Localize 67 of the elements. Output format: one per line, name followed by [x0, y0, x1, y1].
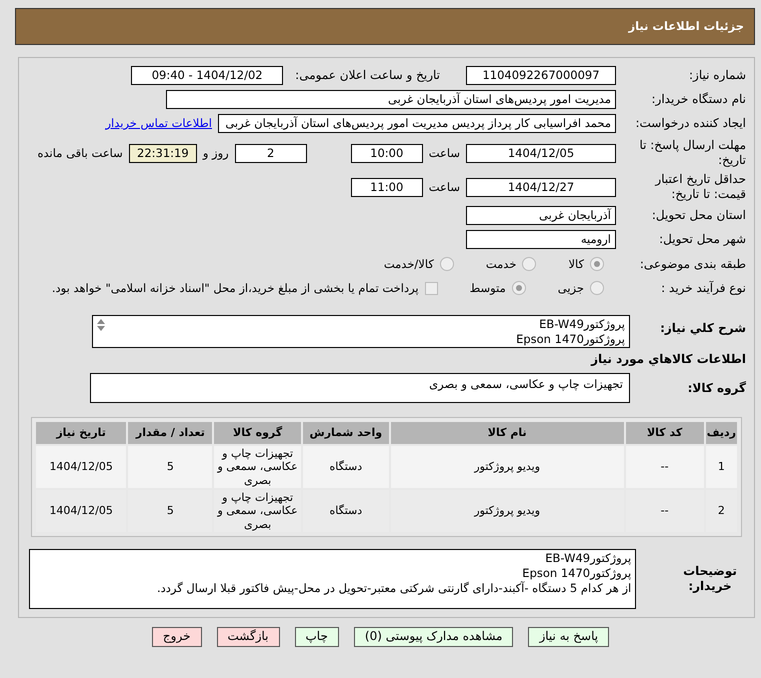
table-cell: تجهیزات چاپ و عکاسی، سمعی و بصری: [214, 446, 301, 488]
field-label: ایجاد کننده درخواست:: [634, 116, 746, 130]
table-cell: 1404/12/05: [36, 446, 126, 488]
action-button[interactable]: چاپ: [294, 627, 339, 647]
field-label: شرح کلي نياز:: [659, 320, 746, 336]
input-field[interactable]: محمد افراسیابی کار پرداز پردیس مدیریت امور پردیس‌های استان آذربایجان غربی: [218, 114, 616, 132]
table-cell: ویدیو پروژکتور: [390, 446, 624, 488]
checkbox[interactable]: [424, 282, 438, 294]
field-label: شماره نیاز:: [688, 68, 746, 82]
contact-link[interactable]: اطلاعات تماس خریدار: [105, 116, 212, 130]
action-button[interactable]: پاسخ به نیاز: [528, 627, 610, 647]
field-label: ساعت: [428, 146, 460, 160]
action-button[interactable]: بازگشت: [216, 627, 280, 647]
input-field[interactable]: مدیریت امور پردیس‌های استان آذربایجان غربی: [166, 90, 616, 108]
field-label: طبقه بندی موضوعی:: [638, 256, 746, 272]
field-label: حداقل تاریخ اعتبار قیمت: تا تاریخ:: [654, 172, 746, 202]
scroll-arrows-icon[interactable]: [96, 318, 106, 332]
column-header: کد کالا: [626, 422, 704, 444]
notes-field[interactable]: پروژکتورEB-W49 پروژکتورEpson 1470 از هر کدام 5 دستگاه -آکبند-دارای گارنتی شرکتی معتبر-تحویل در محل-پیش فاکتور قبلا ارسال گردد.: [29, 549, 636, 609]
action-button[interactable]: مشاهده مدارک پیوستی (0): [354, 627, 514, 647]
section-heading: اطلاعات کالاهاي مورد نياز: [590, 352, 746, 367]
field-label: استان محل تحویل:: [650, 208, 746, 222]
countdown-field[interactable]: 22:31:19: [128, 144, 197, 162]
input-field[interactable]: 11:00: [350, 178, 423, 196]
column-header: ردیف: [706, 422, 737, 444]
field-label: روز و: [202, 146, 229, 160]
input-field[interactable]: 10:00: [350, 144, 423, 162]
input-field[interactable]: 1404/12/27: [466, 178, 616, 196]
radio-label: خدمت: [486, 256, 516, 272]
table-cell: 1: [706, 446, 737, 488]
field-label: تاریخ و ساعت اعلان عمومی:: [295, 68, 440, 82]
goods-group-field[interactable]: تجهیزات چاپ و عکاسی، سمعی و بصری: [90, 373, 630, 403]
table-cell: دستگاه: [302, 446, 389, 488]
input-field[interactable]: آذربایجان غربی: [466, 206, 616, 224]
input-field[interactable]: ارومیه: [466, 230, 616, 248]
field-label: نوع فرآیند خرید :: [660, 280, 746, 296]
column-header: واحد شمارش: [302, 422, 389, 444]
action-button[interactable]: خروج: [152, 627, 202, 647]
input-field[interactable]: 1404/12/05: [466, 144, 616, 162]
field-label: ساعت باقی مانده: [38, 146, 123, 160]
column-header: نام کالا: [390, 422, 624, 444]
field-label: مهلت ارسال پاسخ: تا تاریخ:: [638, 138, 746, 168]
input-field[interactable]: 2: [234, 144, 307, 162]
radio-button[interactable]: [440, 257, 454, 271]
description-field[interactable]: پروژکتورEB-W49 پروژکتورEpson 1470: [92, 315, 630, 348]
field-label: نام دستگاه خریدار:: [650, 92, 746, 106]
page-title: جزئیات اطلاعات نیاز: [628, 19, 744, 34]
field-label: توضیحات خریدار:: [682, 564, 738, 594]
column-header: تعداد / مقدار: [128, 422, 212, 444]
field-label: شهر محل تحویل:: [658, 232, 746, 246]
table-cell: --: [626, 446, 704, 488]
column-header: گروه کالا: [214, 422, 301, 444]
input-field[interactable]: 1104092267000097: [466, 66, 616, 84]
column-header: تاریخ نیاز: [36, 422, 126, 444]
checkbox-label: پرداخت تمام یا بخشی از مبلغ خرید،از محل "اسناد خزانه اسلامی" خواهد بود.: [52, 280, 419, 296]
field-label: گروه کالا:: [686, 380, 746, 396]
radio-button[interactable]: [590, 281, 604, 295]
table-cell: 5: [128, 446, 212, 488]
radio-button[interactable]: [590, 257, 604, 271]
input-field[interactable]: 1404/12/02 - 09:40: [131, 66, 284, 84]
radio-button[interactable]: [512, 281, 526, 295]
field-label: ساعت: [428, 180, 460, 194]
radio-label: کالا/خدمت: [384, 256, 434, 272]
radio-button[interactable]: [522, 257, 536, 271]
radio-label: جزیی: [558, 280, 584, 296]
radio-label: کالا: [568, 256, 584, 272]
radio-label: متوسط: [470, 280, 506, 296]
